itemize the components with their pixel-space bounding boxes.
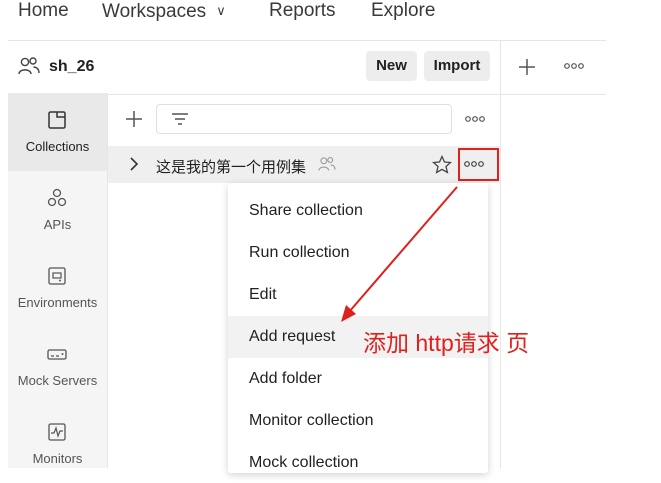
annotation-arrow-icon bbox=[341, 186, 458, 322]
annotation-text: 添加 http请求 页 bbox=[363, 330, 530, 356]
